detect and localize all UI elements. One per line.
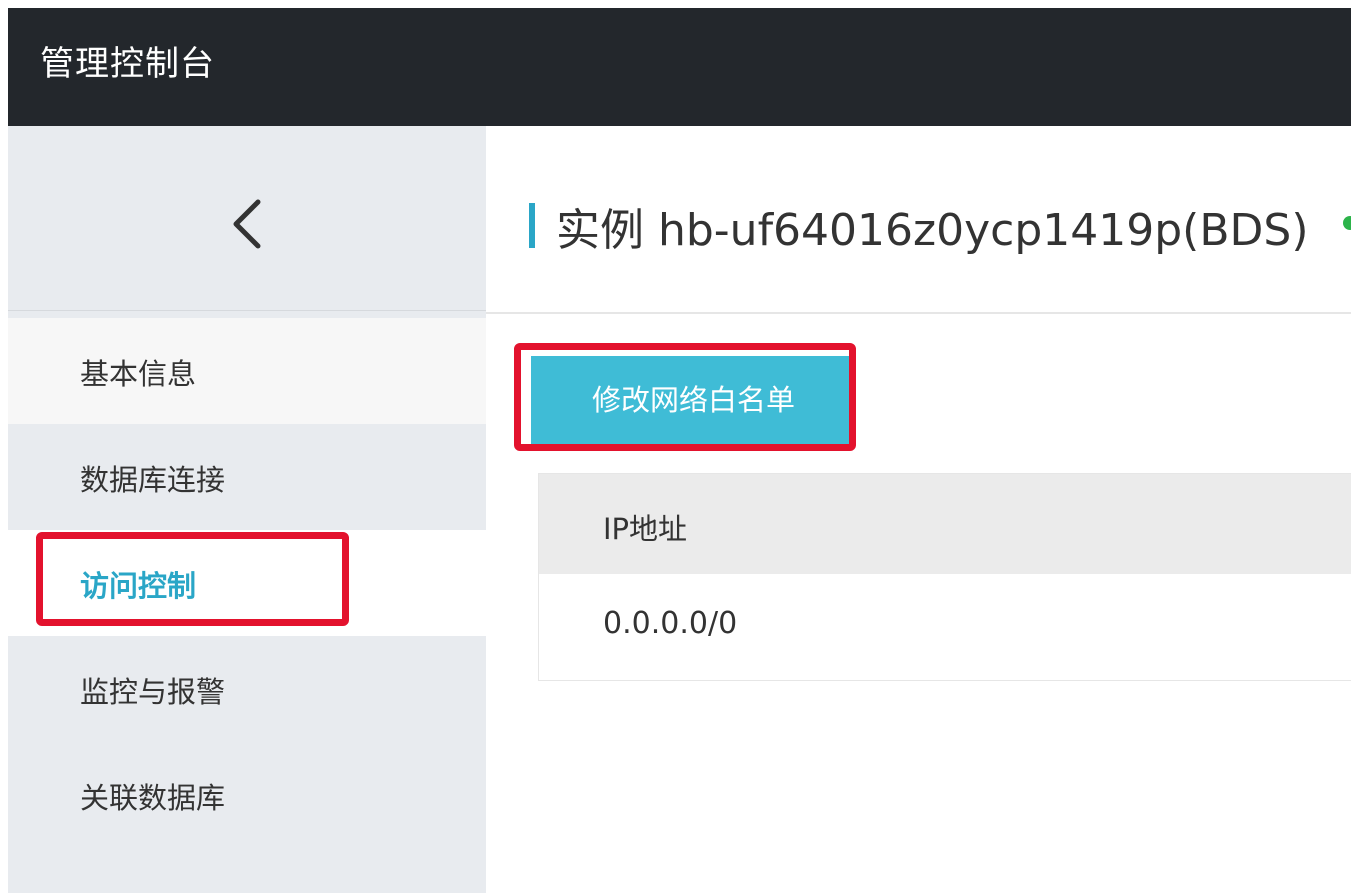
modify-whitelist-button[interactable]: 修改网络白名单: [531, 356, 856, 444]
sidebar-item-database-connection[interactable]: 数据库连接: [8, 424, 486, 530]
sidebar-item-label: 监控与报警: [80, 675, 226, 709]
chevron-left-icon: [233, 199, 261, 249]
title-accent-bar: [529, 203, 535, 248]
sidebar-item-label: 基本信息: [80, 357, 197, 391]
instance-header: 实例 hb-uf64016z0ycp1419p(BDS): [486, 126, 1351, 314]
table-row: 0.0.0.0/0: [539, 574, 1351, 680]
ip-address-column-header: IP地址: [603, 512, 688, 546]
console-title: 管理控制台: [40, 44, 215, 84]
sidebar-item-linked-databases[interactable]: 关联数据库: [8, 742, 486, 848]
back-button[interactable]: [8, 126, 486, 311]
instance-title: 实例 hb-uf64016z0ycp1419p(BDS): [556, 205, 1309, 256]
main-content: 实例 hb-uf64016z0ycp1419p(BDS) 修改网络白名单 IP地…: [486, 126, 1351, 893]
sidebar-item-basic-info[interactable]: 基本信息: [8, 318, 486, 424]
sidebar-item-label: 数据库连接: [80, 463, 226, 497]
top-bar: 管理控制台: [8, 8, 1351, 126]
sidebar-item-label: 关联数据库: [80, 781, 226, 815]
table-header: IP地址: [539, 474, 1351, 574]
sidebar: 基本信息 数据库连接 访问控制 监控与报警 关联数据库: [8, 126, 486, 893]
status-indicator: [1343, 216, 1351, 230]
ip-address-cell: 0.0.0.0/0: [603, 606, 738, 641]
sidebar-item-access-control[interactable]: 访问控制: [8, 530, 486, 636]
console-window: 管理控制台 基本信息 数据库连接 访问控制 监控与报警 关联数据库 实例 hb-…: [8, 8, 1351, 893]
ip-whitelist-table: IP地址 0.0.0.0/0: [538, 473, 1351, 681]
sidebar-item-monitoring-alerts[interactable]: 监控与报警: [8, 636, 486, 742]
sidebar-item-label: 访问控制: [80, 569, 197, 603]
